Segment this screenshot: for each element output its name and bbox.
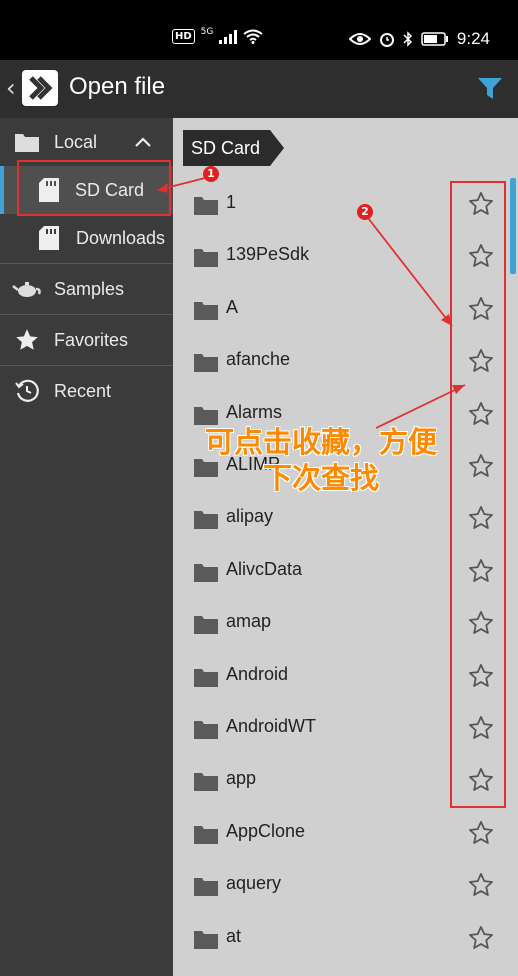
clock: 9:24 [456, 29, 490, 48]
sidebar: Local SD Card Downloads Samples Favorite… [0, 118, 173, 976]
folder-icon [193, 875, 219, 901]
folder-icon [193, 246, 219, 272]
file-name: A [226, 296, 239, 317]
file-name: afanche [226, 349, 291, 370]
folder-icon [193, 770, 219, 796]
breadcrumb[interactable]: SD Card [183, 130, 285, 166]
sidebar-item-local[interactable]: Local [0, 118, 173, 166]
sidebar-item-label: Local [54, 131, 98, 152]
folder-icon [193, 508, 219, 534]
status-left: HD 5G [172, 26, 263, 44]
folder-icon [193, 718, 219, 744]
folder-icon [193, 928, 219, 954]
history-icon [15, 379, 39, 402]
sidebar-item-label: Downloads [76, 227, 166, 248]
sidebar-item-favorites[interactable]: Favorites [0, 315, 173, 365]
star-outline-icon[interactable] [467, 924, 495, 956]
star-filled-icon [16, 329, 38, 350]
file-row[interactable]: AppClone [173, 807, 518, 859]
folder-icon [193, 351, 219, 377]
file-name: alipay [226, 506, 274, 527]
file-name: Android [226, 663, 289, 684]
folder-icon [193, 561, 219, 587]
file-name: AppClone [226, 820, 306, 841]
sidebar-item-samples[interactable]: Samples [0, 264, 173, 314]
sd-card-icon [39, 226, 59, 250]
highlight-box-stars [450, 181, 506, 808]
status-bar: HD 5G 9:24 [0, 0, 518, 60]
eye-icon [348, 33, 371, 45]
battery-icon [421, 32, 448, 46]
star-outline-icon[interactable] [467, 871, 495, 903]
hd-badge: HD [172, 29, 195, 44]
step-badge-2: 2 [357, 204, 373, 220]
highlight-box-sd-card [17, 160, 171, 216]
file-name: AlivcData [226, 558, 303, 579]
file-name: at [226, 925, 242, 946]
app-bar: ‹ Open file [0, 60, 518, 118]
alarm-icon [379, 33, 394, 47]
step-badge-1: 1 [203, 166, 219, 182]
annotation-note: 可点击收藏，方便 下次查找 [186, 424, 456, 496]
sidebar-item-label: Samples [54, 278, 125, 299]
chevron-up-icon[interactable] [135, 137, 151, 147]
signal-icon [219, 29, 238, 44]
folder-icon [193, 299, 219, 325]
star-outline-icon[interactable] [467, 819, 495, 851]
annotation-note-line: 可点击收藏，方便 [204, 425, 437, 459]
teapot-icon [12, 282, 41, 297]
file-name: amap [226, 611, 272, 632]
back-chevron-icon[interactable]: ‹ [6, 74, 16, 102]
annotation-note-line: 下次查找 [262, 461, 379, 495]
folder-icon [193, 823, 219, 849]
folder-icon [193, 666, 219, 692]
page-title: Open file [69, 73, 166, 100]
file-row[interactable]: at [173, 912, 518, 964]
status-right: 9:24 [348, 29, 490, 49]
file-name: Alarms [226, 401, 283, 422]
file-name: aquery [226, 873, 282, 894]
selection-indicator [0, 166, 4, 214]
sidebar-item-recent[interactable]: Recent [0, 366, 173, 416]
app-logo[interactable] [22, 70, 58, 106]
wifi-icon [243, 29, 263, 44]
folder-icon [15, 134, 39, 152]
file-name: app [226, 768, 257, 789]
file-name: AndroidWT [226, 716, 317, 736]
file-name: 139PeSdk [226, 244, 310, 265]
file-row[interactable]: aquery [173, 859, 518, 911]
file-name: 1 [226, 192, 237, 212]
sidebar-item-label: Favorites [54, 329, 129, 350]
folder-icon [193, 613, 219, 639]
bluetooth-icon [403, 31, 412, 47]
sidebar-item-downloads[interactable]: Downloads [0, 214, 173, 262]
signal-type: 5G [200, 26, 214, 37]
sidebar-item-label: Recent [54, 380, 112, 401]
filter-icon[interactable] [476, 74, 504, 106]
folder-icon [193, 194, 219, 220]
